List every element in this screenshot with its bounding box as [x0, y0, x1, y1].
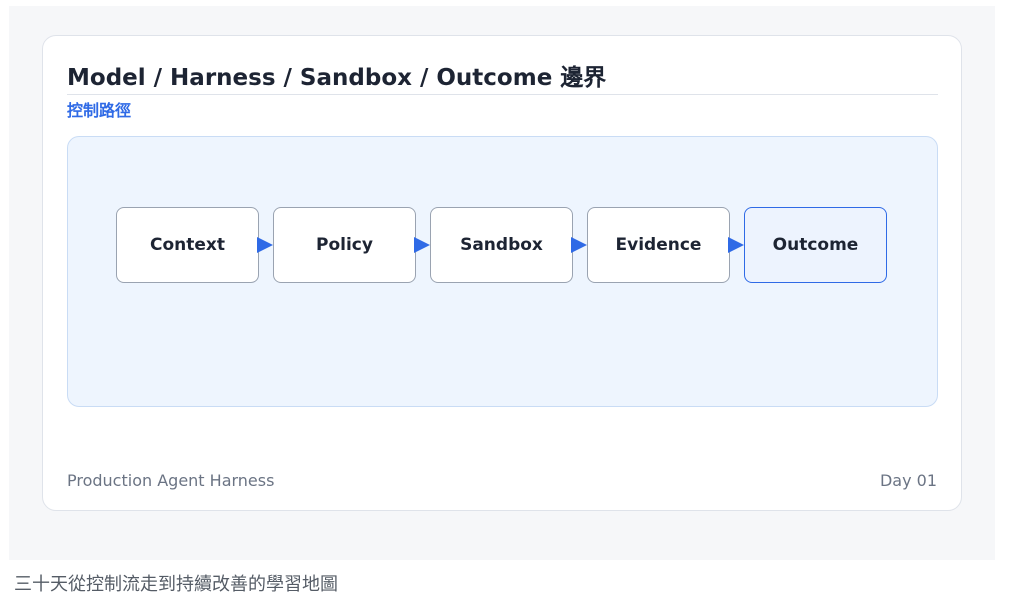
flow-node-context: Context: [116, 207, 259, 283]
flow-node-policy: Policy: [273, 207, 416, 283]
flow-node-evidence: Evidence: [587, 207, 730, 283]
footer-series-name: Production Agent Harness: [67, 471, 275, 490]
arrow-icon: [257, 207, 273, 283]
arrow-icon: [728, 207, 744, 283]
diagram-title: Model / Harness / Sandbox / Outcome 邊界: [67, 65, 607, 91]
arrow-icon: [414, 207, 430, 283]
flow-panel: Context Policy Sandbox Evidence Outcome: [67, 136, 938, 407]
title-divider: [67, 94, 938, 95]
arrow-icon: [571, 207, 587, 283]
footer-day-label: Day 01: [879, 471, 937, 490]
figure-frame: Model / Harness / Sandbox / Outcome 邊界 控…: [9, 6, 995, 560]
flow-row: Context Policy Sandbox Evidence Outcome: [116, 207, 887, 283]
diagram-subtitle: 控制路徑: [67, 101, 132, 120]
flow-node-outcome: Outcome: [744, 207, 887, 283]
figure-caption: 三十天從控制流走到持續改善的學習地圖: [14, 574, 338, 595]
flow-node-sandbox: Sandbox: [430, 207, 573, 283]
diagram-card: Model / Harness / Sandbox / Outcome 邊界 控…: [42, 35, 962, 511]
